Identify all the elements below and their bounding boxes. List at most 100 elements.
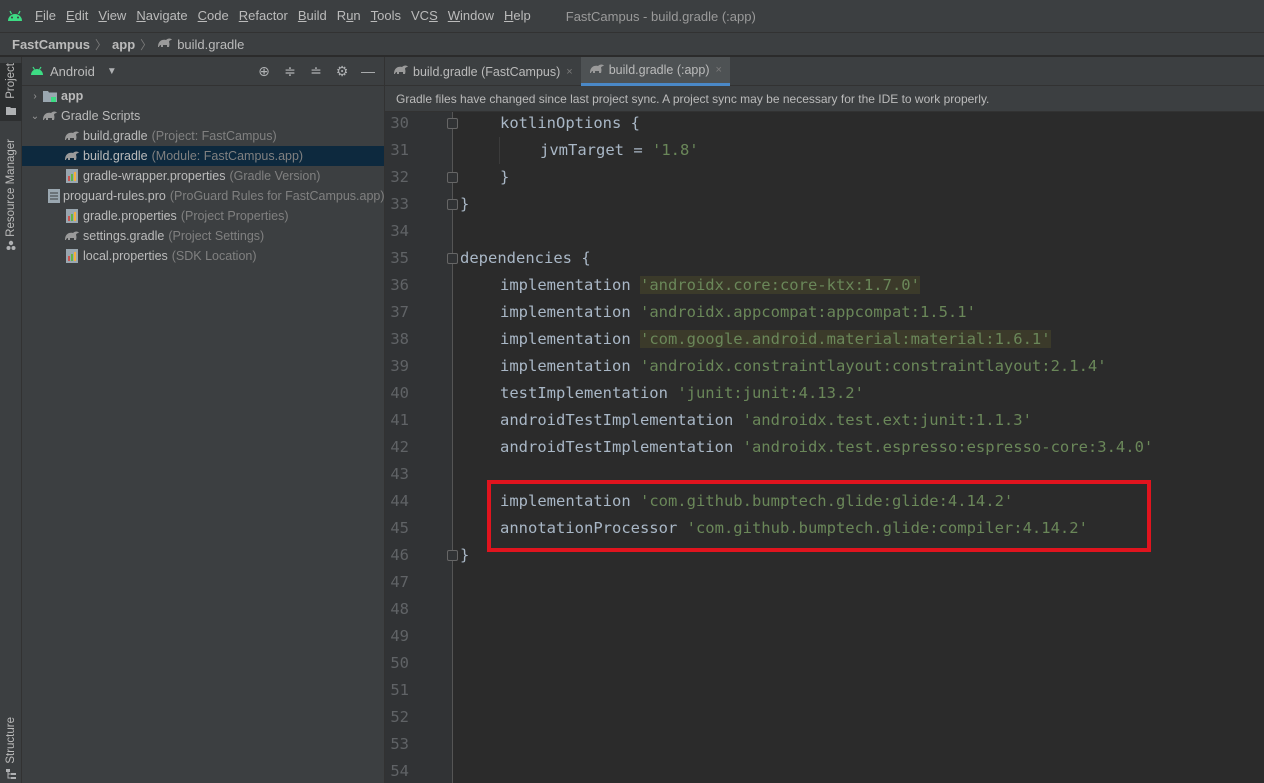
string-literal: 'androidx.constraintlayout:constraintlay… <box>639 357 1107 375</box>
string-literal: 'androidx.core:core-ktx:1.7.0' <box>639 276 920 294</box>
project-tool-tab[interactable]: Project <box>0 63 22 121</box>
project-view-selector[interactable]: Android <box>50 64 95 79</box>
tree-item[interactable]: settings.gradle (Project Settings) <box>22 226 384 246</box>
gradle-icon <box>64 148 80 164</box>
line-number: 46 <box>390 546 409 564</box>
menu-item-mnemonic: V <box>98 8 107 23</box>
menu-item-mnemonic: S <box>429 8 438 23</box>
expand-all-icon[interactable]: ≑ <box>282 63 298 80</box>
line-number: 54 <box>390 762 409 780</box>
menu-item-label: ools <box>377 8 402 23</box>
tree-item-hint: (Project: FastCampus) <box>151 129 277 143</box>
gradle-icon <box>157 37 173 52</box>
string-literal: 'androidx.test.ext:junit:1.1.3' <box>742 411 1032 429</box>
menu-item-label: dit <box>74 8 89 23</box>
menu-item-label: indow <box>460 8 494 23</box>
editor-tab[interactable]: build.gradle (:app) × <box>580 57 730 86</box>
code-token: implementation <box>500 330 640 348</box>
chevron-down-icon[interactable]: ▼ <box>107 66 117 77</box>
breadcrumb-file[interactable]: build.gradle <box>177 37 244 52</box>
gradle-icon <box>64 128 80 144</box>
window-title: FastCampus - build.gradle (:app) <box>565 8 756 24</box>
code-text: annotationProcessor 'com.github.bumptech… <box>500 515 1088 542</box>
menu-item[interactable]: Navigate <box>131 0 192 32</box>
tree-item-hint: (Project Properties) <box>180 209 289 223</box>
breadcrumb-project[interactable]: FastCampus <box>12 37 90 52</box>
tree-item[interactable]: gradle.properties (Project Properties) <box>22 206 384 226</box>
tree-item[interactable]: gradle-wrapper.properties (Gradle Version… <box>22 166 384 186</box>
code-line: 36 implementation 'androidx.core:core-ktx… <box>385 272 1264 299</box>
properties-icon <box>64 248 80 264</box>
menu-item[interactable]: Edit <box>61 0 93 32</box>
code-line: 37 implementation 'androidx.appcompat:app… <box>385 299 1264 326</box>
code-editor[interactable]: 30 kotlinOptions {31 jvmTarget = '1.8' 32} 3… <box>385 112 1264 783</box>
menu-item[interactable]: VCS <box>406 0 443 32</box>
gradle-icon <box>589 63 605 78</box>
fold-marker-icon[interactable] <box>447 550 458 561</box>
code-line: 42 androidTestImplementation 'androidx.te… <box>385 434 1264 461</box>
line-number: 41 <box>390 411 409 429</box>
structure-icon <box>6 767 16 782</box>
menu-item[interactable]: File <box>30 0 61 32</box>
breadcrumb-module[interactable]: app <box>112 37 135 52</box>
menu-item[interactable]: Help <box>499 0 536 32</box>
project-tree: › app ⌄ Gradle Scripts build.gradle (Project:… <box>22 86 385 266</box>
android-studio-logo-icon <box>0 0 30 32</box>
tree-item[interactable]: local.properties (SDK Location) <box>22 246 384 266</box>
string-literal: 'androidx.appcompat:appcompat:1.5.1' <box>639 303 976 321</box>
hide-panel-icon[interactable]: — <box>360 63 376 79</box>
tree-item[interactable]: › app <box>22 86 384 106</box>
menu-item-label: avigate <box>145 8 188 23</box>
tree-item[interactable]: build.gradle (Project: FastCampus) <box>22 126 384 146</box>
expand-arrow-icon[interactable]: › <box>28 91 42 102</box>
menu-item[interactable]: Window <box>443 0 499 32</box>
tree-item[interactable]: build.gradle (Module: FastCampus.app) <box>22 146 384 166</box>
project-panel: Android ▼ ⊕ ≑ ≐ ⚙ — › app ⌄ Gradle Scripts b… <box>22 57 385 783</box>
tree-item-hint: (ProGuard Rules for FastCampus.app) <box>169 189 385 203</box>
code-line: 52 <box>385 704 1264 731</box>
tree-item[interactable]: proguard-rules.pro (ProGuard Rules for Fa… <box>22 186 385 206</box>
code-token: implementation <box>500 303 640 321</box>
fold-marker-icon[interactable] <box>447 199 458 210</box>
menu-item-mnemonic: F <box>35 8 43 23</box>
close-icon[interactable]: × <box>716 64 722 76</box>
menu-item[interactable]: View <box>93 0 131 32</box>
line-number: 49 <box>390 627 409 645</box>
menu-item[interactable]: Build <box>293 0 332 32</box>
line-number: 50 <box>390 654 409 672</box>
line-number: 52 <box>390 708 409 726</box>
code-line: 50 <box>385 650 1264 677</box>
gear-icon[interactable]: ⚙ <box>334 63 350 80</box>
editor-tab[interactable]: build.gradle (FastCampus) × <box>385 57 581 86</box>
string-literal: '1.8' <box>651 141 699 159</box>
code-token: implementation <box>500 276 640 294</box>
code-token: androidTestImplementation <box>500 438 743 456</box>
locate-file-icon[interactable]: ⊕ <box>256 63 272 80</box>
resource-manager-tab-label: Resource Manager <box>5 139 17 237</box>
close-icon[interactable]: × <box>566 66 572 78</box>
tree-item-hint: (SDK Location) <box>171 249 257 263</box>
gradle-sync-notification: Gradle files have changed since last pro… <box>385 86 1264 112</box>
expand-arrow-icon[interactable]: ⌄ <box>28 111 42 122</box>
code-line: 41 androidTestImplementation 'androidx.te… <box>385 407 1264 434</box>
tree-item-label: settings.gradle <box>83 229 165 243</box>
menu-item[interactable]: Tools <box>366 0 406 32</box>
menu-item-label: efactor <box>248 8 288 23</box>
fold-marker-icon[interactable] <box>447 172 458 183</box>
resource-manager-tool-tab[interactable]: Resource Manager <box>0 139 22 257</box>
menu-item[interactable]: Code <box>193 0 234 32</box>
tree-item-label: build.gradle <box>83 129 148 143</box>
code-line: 46} <box>385 542 1264 569</box>
fold-marker-icon[interactable] <box>447 253 458 264</box>
android-icon <box>30 64 44 79</box>
collapse-all-icon[interactable]: ≐ <box>308 63 324 80</box>
fold-marker-icon[interactable] <box>447 118 458 129</box>
menu-item-label: elp <box>513 8 531 23</box>
code-line: 47 <box>385 569 1264 596</box>
structure-tool-tab[interactable]: Structure <box>0 717 22 779</box>
menu-item[interactable]: Run <box>332 0 366 32</box>
menu-items: File Edit View Navigate Code Refactor Build Run… <box>30 0 536 32</box>
code-text: implementation 'androidx.appcompat:appco… <box>500 299 976 326</box>
menu-item[interactable]: Refactor <box>234 0 293 32</box>
tree-item[interactable]: ⌄ Gradle Scripts <box>22 106 384 126</box>
